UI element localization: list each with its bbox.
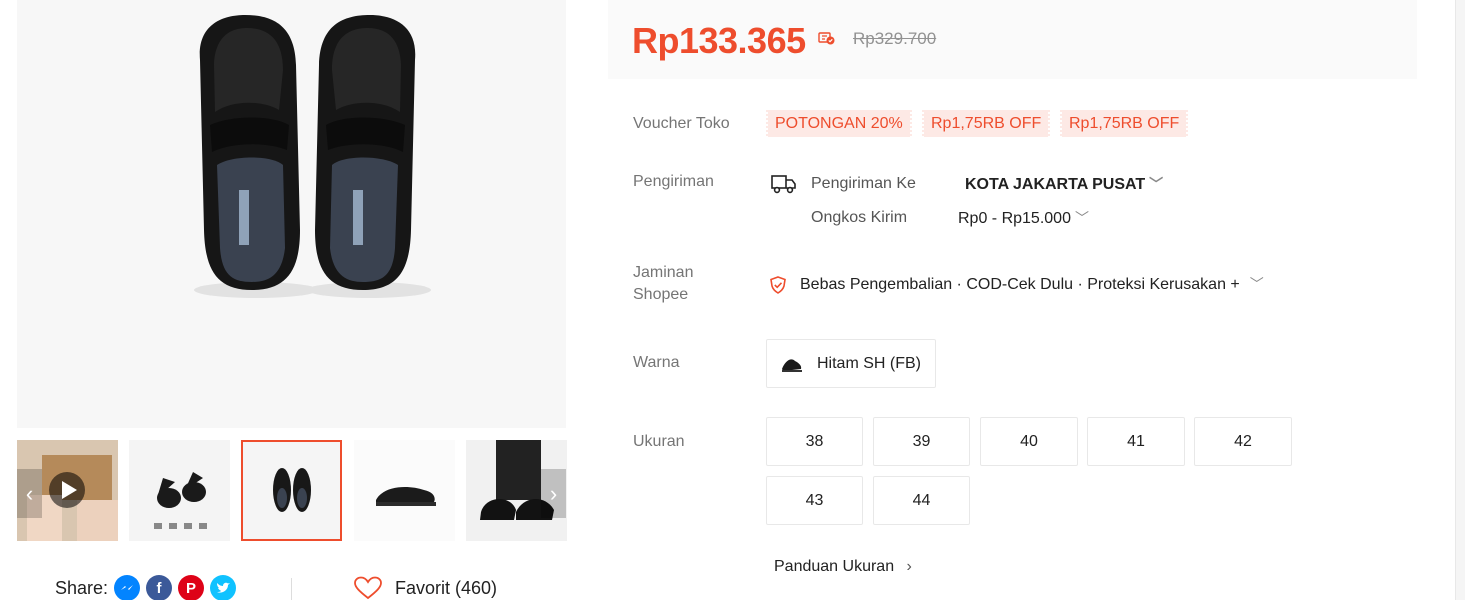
favorite-label: Favorit (460) (395, 577, 498, 598)
thumbnail-strip (17, 440, 567, 541)
share-divider (291, 578, 292, 600)
shipping-cost-label: Ongkos Kirim (811, 209, 908, 226)
thumbnail-top-view[interactable] (241, 440, 342, 541)
gallery-next-button[interactable]: › (541, 469, 566, 518)
voucher-tag[interactable]: Rp1,75RB OFF (921, 110, 1051, 137)
shield-check-icon (770, 276, 786, 294)
share-row: Share: f P (55, 575, 237, 600)
truck-icon (771, 175, 796, 194)
chevron-left-icon: ‹ (25, 481, 34, 506)
shoe-pair-image (17, 0, 566, 428)
original-price: Rp329.700 (853, 29, 937, 48)
favorite-button[interactable]: Favorit (460) (353, 576, 497, 600)
messenger-icon[interactable] (114, 575, 141, 600)
size-option-42[interactable]: 42 (1194, 417, 1292, 466)
voucher-tag[interactable]: POTONGAN 20% (766, 110, 912, 137)
coin-discount-icon (818, 32, 835, 45)
size-guide-label: Panduan Ukuran (774, 558, 895, 575)
size-option-41[interactable]: 41 (1087, 417, 1185, 466)
guarantee-text: Bebas Pengembalian · COD-Cek Dulu · Prot… (800, 276, 1240, 293)
shipping-cost-dropdown[interactable]: Rp0 - Rp15.000 ﹀ (958, 207, 1089, 230)
shipping-destination: KOTA JAKARTA PUSAT (965, 176, 1146, 193)
share-label: Share: (55, 577, 109, 598)
guarantee-label: Jaminan Shopee (633, 264, 694, 303)
color-label: Warna (633, 354, 680, 371)
size-guide-link[interactable]: Panduan Ukuran › (774, 558, 912, 576)
shipping-destination-dropdown[interactable]: KOTA JAKARTA PUSAT ﹀ (965, 173, 1163, 196)
shipping-to-label: Pengiriman Ke (811, 175, 916, 192)
current-price: Rp133.365 (632, 20, 806, 61)
price-section: Rp133.365 Rp329.700 (608, 0, 1417, 79)
size-label: Ukuran (633, 433, 685, 450)
color-option-label: Hitam SH (FB) (817, 354, 921, 372)
voucher-tag[interactable]: Rp1,75RB OFF (1059, 110, 1189, 137)
color-swatch-image (782, 358, 802, 372)
side-view-image (354, 440, 455, 541)
size-option-40[interactable]: 40 (980, 417, 1078, 466)
gallery-prev-button[interactable]: ‹ (17, 469, 42, 518)
shipping-cost: Rp0 - Rp15.000 (958, 210, 1071, 227)
size-option-39[interactable]: 39 (873, 417, 970, 466)
chevron-right-icon: › (549, 481, 558, 506)
voucher-label: Voucher Toko (633, 115, 730, 132)
guarantee-dropdown[interactable]: Bebas Pengembalian · COD-Cek Dulu · Prot… (800, 273, 1264, 296)
facebook-icon[interactable]: f (146, 575, 173, 600)
product-page: ‹ › Share: f P Favorit (460) Rp133.365 R… (0, 0, 1465, 600)
chevron-down-icon: ﹀ (1249, 276, 1264, 292)
size-option-38[interactable]: 38 (766, 417, 863, 466)
chevron-right-icon: › (906, 558, 912, 575)
size-option-44[interactable]: 44 (873, 476, 970, 525)
pinterest-icon[interactable]: P (178, 575, 205, 600)
chevron-down-icon: ﹀ (1074, 210, 1089, 226)
shipping-label: Pengiriman (633, 173, 714, 190)
thumbnail-catalog[interactable] (129, 440, 230, 541)
heart-icon (354, 576, 382, 600)
size-option-43[interactable]: 43 (766, 476, 863, 525)
main-product-image[interactable] (17, 0, 566, 428)
page-scrollbar[interactable] (1455, 0, 1465, 600)
chevron-down-icon: ﹀ (1149, 176, 1164, 192)
color-option-hitam[interactable]: Hitam SH (FB) (766, 339, 936, 388)
top-view-image (243, 442, 340, 539)
twitter-icon[interactable] (210, 575, 237, 600)
thumbnail-side-view[interactable] (354, 440, 455, 541)
catalog-image (129, 440, 230, 541)
